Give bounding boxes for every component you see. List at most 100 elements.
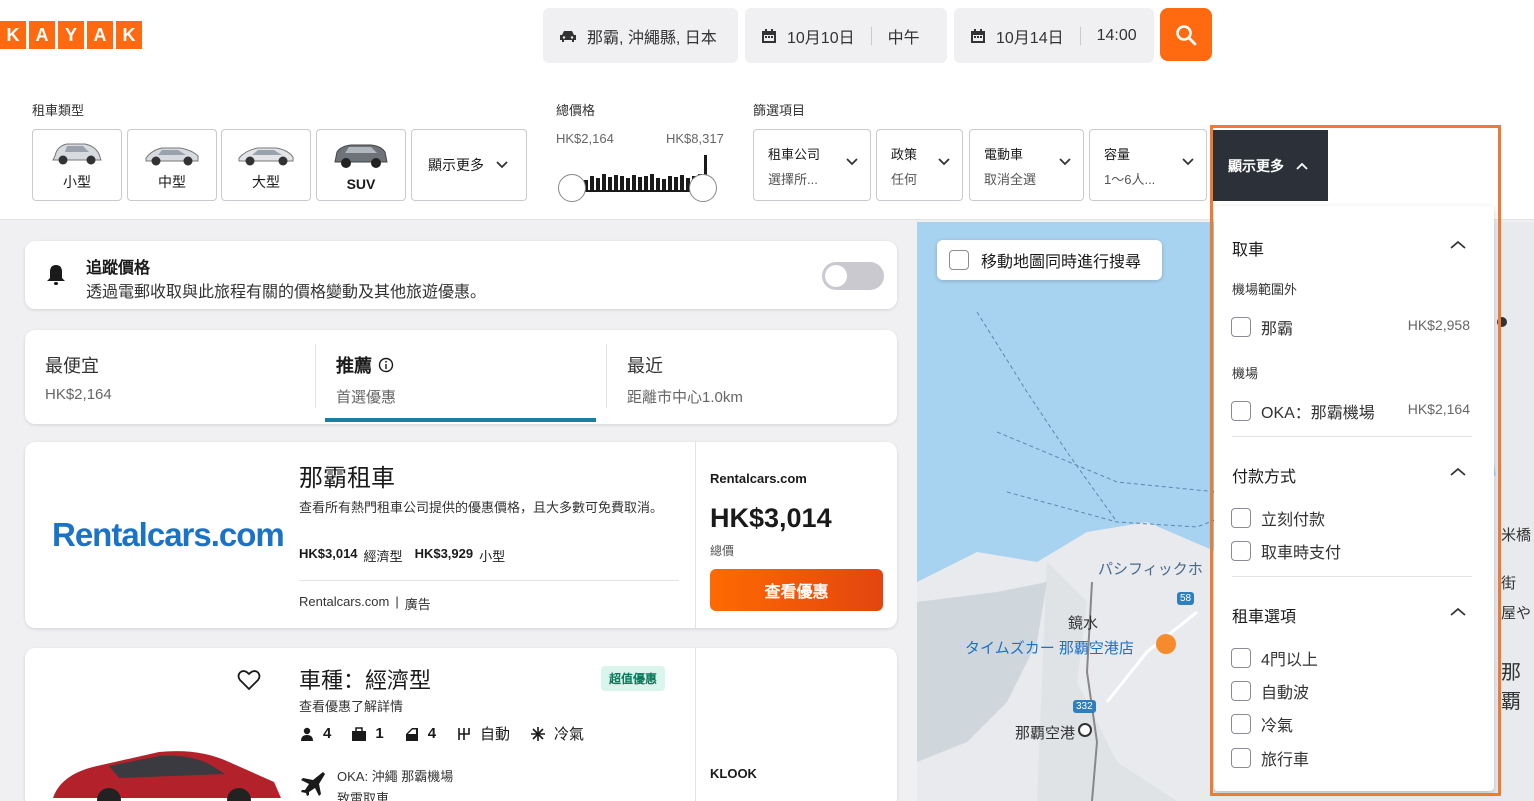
map-label: 屋や [1501,605,1532,622]
car-type-show-more-button[interactable]: 顯示更多 [411,129,527,201]
logo-letter: K [116,21,142,49]
bag-icon [352,726,367,741]
filter-option-aircon[interactable]: 冷氣 [1231,712,1293,736]
calendar-icon [970,28,986,44]
filter-option-automatic[interactable]: 自動波 [1231,679,1309,703]
sort-tab-nearest[interactable]: 最近 距離市中心1.0km [607,330,897,424]
policy-filter[interactable]: 政策 任何 [876,129,963,201]
car-type-suv[interactable]: SUV [316,129,406,201]
car-type-small[interactable]: 小型 [32,129,122,201]
search-icon [1176,24,1197,45]
sort-tab-sub: 首選優惠 [336,389,397,406]
four-doors-label: 4門以上 [1261,652,1318,669]
filter-option-pay-later[interactable]: 取車時支付 [1231,539,1341,563]
chevron-down-icon [1059,158,1071,166]
route-badge: 332 [1073,700,1096,713]
wagon-checkbox[interactable] [1231,748,1251,768]
options-section-heading: 租車選項 [1232,609,1297,626]
chevron-down-icon [846,158,858,166]
transmission-icon [458,727,470,740]
bell-icon [47,265,65,285]
price-alert-toggle[interactable] [822,262,884,290]
dropoff-time: 14:00 [1096,26,1137,44]
bags-count: 1 [375,725,384,742]
pay-later-checkbox[interactable] [1231,541,1251,561]
naha-label: 那霸 [1261,321,1294,338]
policy-filter-title: 政策 [891,147,918,162]
result-title: 車種：經濟型 [299,668,432,693]
snowflake-icon [531,726,546,741]
pickup-date: 10月10日 [787,29,855,47]
filter-option-oka[interactable]: OKA：那霸機場 [1231,399,1375,423]
move-map-search-label: 移動地圖同時進行搜尋 [981,254,1142,271]
ad-price-2: HK$3,929 [414,546,474,561]
location-field[interactable]: 那霸, 沖繩縣, 日本 [543,8,738,63]
price-slider-max-handle[interactable] [689,174,717,202]
dropoff-datetime-field[interactable]: 10月14日 14:00 [954,8,1154,63]
car-type-label-suv: SUV [346,176,376,192]
result-card[interactable]: 車種：經濟型 超值優惠 查看優惠了解詳情 4 1 4 自動 冷氣 OKA: 沖繩… [25,648,897,801]
search-button[interactable] [1160,8,1212,61]
capacity-filter-value: 1～6人... [1104,172,1156,187]
pickup-time: 中午 [887,29,920,47]
result-pickup-note: 致電取車 [337,791,390,801]
payment-section-heading: 付款方式 [1232,469,1297,486]
route-badge: 58 [1177,592,1195,605]
ev-filter[interactable]: 電動車 取消全選 [969,129,1084,201]
person-icon [301,727,313,741]
chevron-down-icon [938,158,950,166]
door-icon [405,727,418,741]
four-doors-checkbox[interactable] [1231,648,1251,668]
filter-option-4-doors[interactable]: 4門以上 [1231,646,1318,670]
aircon-label: 冷氣 [1261,718,1294,735]
result-desc: 查看優惠了解詳情 [299,699,404,714]
outside-airport-label: 機場範圍外 [1232,282,1298,297]
ad-title: 那霸租車 [299,465,395,492]
doors-count: 4 [427,725,437,742]
pay-now-checkbox[interactable] [1231,508,1251,528]
dropoff-date: 10月14日 [996,29,1064,47]
kayak-logo[interactable]: K A Y A K [0,21,145,49]
filter-option-pay-now[interactable]: 立刻付款 [1231,506,1325,530]
car-type-label: 租車類型 [32,103,85,118]
oka-label: OKA：那霸機場 [1261,405,1375,422]
move-map-search-toggle[interactable]: 移動地圖同時進行搜尋 [937,240,1162,280]
car-type-large[interactable]: 大型 [221,129,311,201]
aircon-checkbox[interactable] [1231,714,1251,734]
price-slider-track[interactable] [571,190,705,192]
sort-tab-title: 最便宜 [45,356,99,376]
chevron-up-icon [1450,607,1466,616]
chevron-up-icon [1450,467,1466,476]
oka-checkbox[interactable] [1231,401,1251,421]
automatic-checkbox[interactable] [1231,681,1251,701]
filter-option-naha[interactable]: 那霸 [1231,315,1293,339]
oka-price: HK$2,164 [1407,401,1470,417]
sort-tab-title: 推薦 [336,356,372,376]
map-label: タイムズカー 那覇空港店 [965,640,1134,657]
pay-later-label: 取車時支付 [1261,545,1342,562]
ad-footer-label: 廣告 [404,597,431,612]
car-type-medium[interactable]: 中型 [127,129,217,201]
pickup-datetime-field[interactable]: 10月10日 中午 [745,8,947,63]
car-type-label-small: 小型 [63,174,91,190]
sort-tab-cheapest[interactable]: 最便宜 HK$2,164 [25,330,315,424]
logo-letter: K [0,21,26,49]
company-filter[interactable]: 租車公司 選擇所... [753,129,871,201]
wagon-label: 旅行車 [1261,752,1310,769]
capacity-filter[interactable]: 容量 1～6人... [1089,129,1207,201]
price-alert-title: 追蹤價格 [86,260,151,277]
active-tab-indicator [325,418,596,422]
filter-option-wagon[interactable]: 旅行車 [1231,746,1309,770]
ad-type-1: 經濟型 [363,549,403,564]
ad-type-2: 小型 [479,549,506,564]
map-label: 那覇 [1501,662,1521,713]
move-map-search-checkbox[interactable] [949,250,969,270]
ad-price-note: 總價 [710,544,735,558]
price-alert-card: 追蹤價格 透過電郵收取與此旅程有關的價格變動及其他旅遊優惠。 [25,241,897,309]
ad-price-1: HK$3,014 [299,546,358,561]
sort-tab-recommended[interactable]: 推薦 首選優惠 [316,330,606,424]
view-deal-button[interactable]: 查看優惠 [710,569,883,611]
sort-tab-sub: 距離市中心1.0km [627,389,743,406]
naha-checkbox[interactable] [1231,317,1251,337]
price-slider-min-handle[interactable] [558,174,586,202]
